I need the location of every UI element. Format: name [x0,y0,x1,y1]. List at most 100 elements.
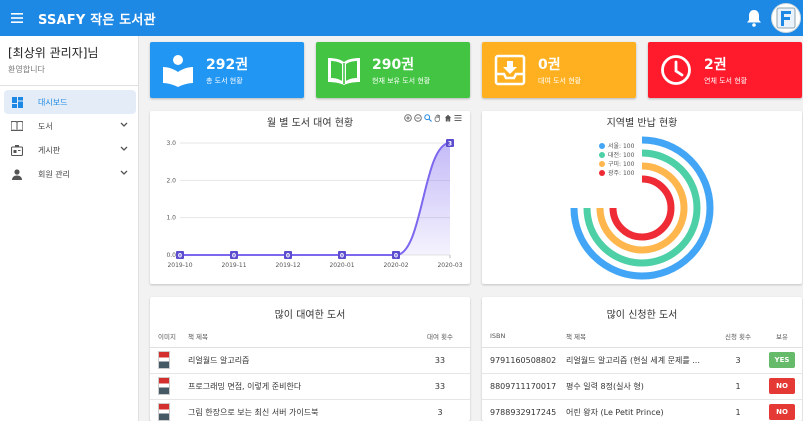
rent-count: 3 [410,399,470,421]
column-header: 신청 횟수 [714,325,762,348]
isbn: 9788932917245 [482,399,566,421]
isbn: 8809711170017 [482,373,566,400]
x-tick-label: 2019-11 [221,262,246,269]
ring-bar [570,136,714,280]
dashboard-icon [10,95,24,109]
table-row[interactable]: 리얼월드 알고리즘 33 [150,347,470,374]
legend-item: 대전: 100 [599,150,634,159]
legend-item: 구미: 100 [599,159,634,168]
table-row[interactable]: 그림 한장으로 보는 최신 서버 가이드북 3 [150,399,470,421]
legend-label: 광주: 100 [608,170,635,177]
sidebar-item-label: 회원 관리 [38,169,70,179]
data-label: 0 [340,252,344,259]
book-cover-image [158,377,170,395]
open-book-icon [322,48,366,92]
book-cover-image [158,403,170,421]
sidebar-item-label: 대시보드 [38,97,68,107]
sidebar-item-board[interactable]: 게시판 [0,138,138,162]
app-bar: SSAFY 작은 도서관 [0,0,803,36]
home-icon[interactable] [444,114,452,122]
x-tick-label: 2020-01 [329,262,354,269]
legend-item: 광주: 100 [599,168,634,177]
legend-label: 대전: 100 [608,152,635,159]
x-tick-label: 2019-12 [275,262,300,269]
zoom-in-icon[interactable] [404,114,412,122]
region-return-chart-panel: 지역별 반납 현황 서울: 100 대전: 100 구미: 100 광주: 10… [482,111,802,284]
book-title: 리얼월드 알고리즘 [188,347,410,374]
legend-label: 서울: 100 [608,143,635,150]
stat-label: 총 도서 현황 [206,77,243,85]
request-count: 1 [714,399,762,421]
chart-legend: 서울: 100 대전: 100 구미: 100 광주: 100 [599,141,634,177]
search-icon[interactable] [424,114,432,122]
book-title: 프로그래밍 면접, 이렇게 준비한다 [188,373,410,400]
chevron-down-icon[interactable] [120,145,128,154]
sidebar-item-label: 게시판 [38,145,61,155]
inbox-download-icon [488,48,532,92]
book-title: 그림 한장으로 보는 최신 서버 가이드북 [188,399,410,421]
reading-icon [156,48,200,92]
data-label: 3 [448,140,452,147]
clock-icon [654,48,698,92]
sidebar-item-label: 도서 [38,121,53,131]
stat-count: 2권 [704,57,727,73]
data-label: 0 [394,252,398,259]
bell-icon[interactable] [741,3,767,33]
y-tick-label: 3.0 [166,140,176,147]
x-tick-label: 2020-03 [437,262,462,269]
app-title[interactable]: SSAFY 작은 도서관 [38,9,156,28]
y-tick-label: 1.0 [166,215,176,222]
column-header: 책 제목 [566,325,714,348]
pan-hand-icon[interactable] [434,114,442,122]
request-count: 1 [714,373,762,400]
zoom-out-icon[interactable] [414,114,422,122]
menu-icon[interactable] [0,0,34,36]
column-header: ISBN [482,325,566,348]
book-title: 평수 일력 8정(실사 형) [566,373,714,400]
owned-badge: NO [769,378,795,394]
welcome-text: 환영합니다 [8,65,45,74]
popular-requested-panel: 많이 신청한 도서 ISBN 책 제목 신청 횟수 보유 97911605088… [482,297,802,421]
column-header: 책 제목 [188,325,410,348]
table-row[interactable]: 9791160508802 리얼월드 알고리즘 (현실 세계 문제를 ... 3… [482,347,802,374]
legend-dot [599,160,605,167]
y-tick-label: 2.0 [166,177,176,184]
ring-bar [609,175,675,241]
legend-dot [599,142,605,149]
sidebar-item-members[interactable]: 회원 관리 [0,162,138,186]
avatar[interactable] [771,3,801,33]
column-header: 이미지 [150,325,188,348]
board-icon [10,143,24,157]
legend-dot [599,151,605,158]
table-title: 많이 대여한 도서 [274,310,346,321]
book-title: 어린 왕자 (Le Petit Prince) [566,399,714,421]
table-row[interactable]: 9788932917245 어린 왕자 (Le Petit Prince) 1 … [482,399,802,421]
monthly-rental-chart-panel: 월 별 도서 대여 현황 0.0 1.0 2.0 3.0 2019-10 2019-11 2… [150,111,470,284]
book-icon [10,119,24,133]
sidebar: [최상위 관리자]님 환영합니다 대시보드 도서 게시판 회원 관리 [0,36,139,421]
sidebar-item-books[interactable]: 도서 [0,114,138,138]
book-cover-image [158,351,170,369]
series-line [180,142,451,256]
y-tick-label: 0.0 [166,252,176,259]
table-row[interactable]: 8809711170017 평수 일력 8정(실사 형) 1 NO [482,373,802,400]
x-tick-label: 2020-02 [383,262,408,269]
popular-rented-table: 이미지 책 제목 대여 횟수 리얼월드 알고리즘 33 프로그래밍 면접, 이렇… [150,325,470,421]
chevron-down-icon[interactable] [120,121,128,130]
owned-badge: YES [769,352,795,368]
table-row[interactable]: 프로그래밍 면접, 이렇게 준비한다 33 [150,373,470,400]
stat-card-total: 292권 총 도서 현황 [150,42,304,98]
legend-item: 서울: 100 [599,141,634,150]
table-header-row: ISBN 책 제목 신청 횟수 보유 [482,325,802,348]
data-label: 0 [286,252,290,259]
column-header: 보유 [762,325,802,348]
data-label: 0 [178,252,182,259]
monthly-rental-line-chart: 0.0 1.0 2.0 3.0 2019-10 2019-11 2019-12 2020-01… [166,139,463,269]
stat-label: 현재 보유 도서 현황 [372,77,431,85]
chevron-down-icon[interactable] [120,169,128,178]
sidebar-item-dashboard[interactable]: 대시보드 [4,90,136,114]
legend-label: 구미: 100 [608,161,635,168]
hamburger-menu-icon[interactable] [454,114,462,122]
stat-card-overdue: 2권 연체 도서 현황 [648,42,802,98]
legend-dot [599,169,605,176]
